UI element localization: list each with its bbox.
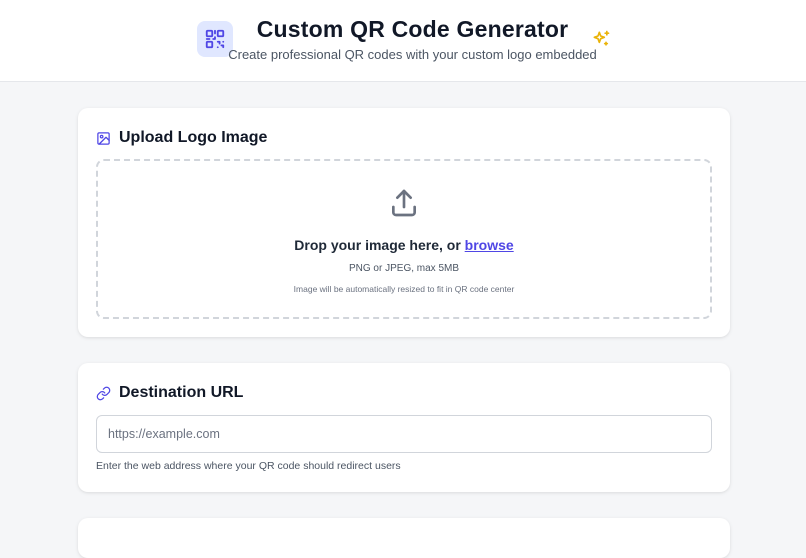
url-card-header: Destination URL	[96, 383, 243, 403]
sparkles-icon	[593, 30, 610, 46]
resize-hint: Image will be automatically resized to f…	[293, 284, 515, 294]
link-icon	[96, 386, 111, 400]
url-card-title: Destination URL	[119, 384, 244, 401]
logo-dropzone[interactable]: Drop your image here, or browse PNG or J…	[96, 159, 712, 319]
upload-icon	[392, 189, 416, 217]
drop-instructions: Drop your image here, or browse	[98, 237, 710, 253]
upload-logo-card: Upload Logo Image Drop your image here, …	[78, 108, 730, 337]
destination-url-input[interactable]	[96, 415, 712, 453]
page-subtitle: Create professional QR codes with your c…	[228, 47, 597, 62]
browse-link[interactable]: browse	[465, 237, 514, 253]
destination-url-card: Destination URL Enter the web address wh…	[78, 363, 730, 492]
upload-card-header: Upload Logo Image	[96, 128, 267, 148]
upload-card-title: Upload Logo Image	[119, 129, 268, 146]
file-format-hint: PNG or JPEG, max 5MB	[348, 263, 460, 274]
drop-text: Drop your image here, or	[294, 237, 461, 253]
next-section-card	[78, 518, 730, 558]
image-icon	[97, 131, 110, 145]
app-header: Custom QR Code Generator Create professi…	[0, 0, 806, 82]
page-title: Custom QR Code Generator	[256, 16, 569, 42]
url-helper-text: Enter the web address where your QR code…	[96, 460, 401, 472]
